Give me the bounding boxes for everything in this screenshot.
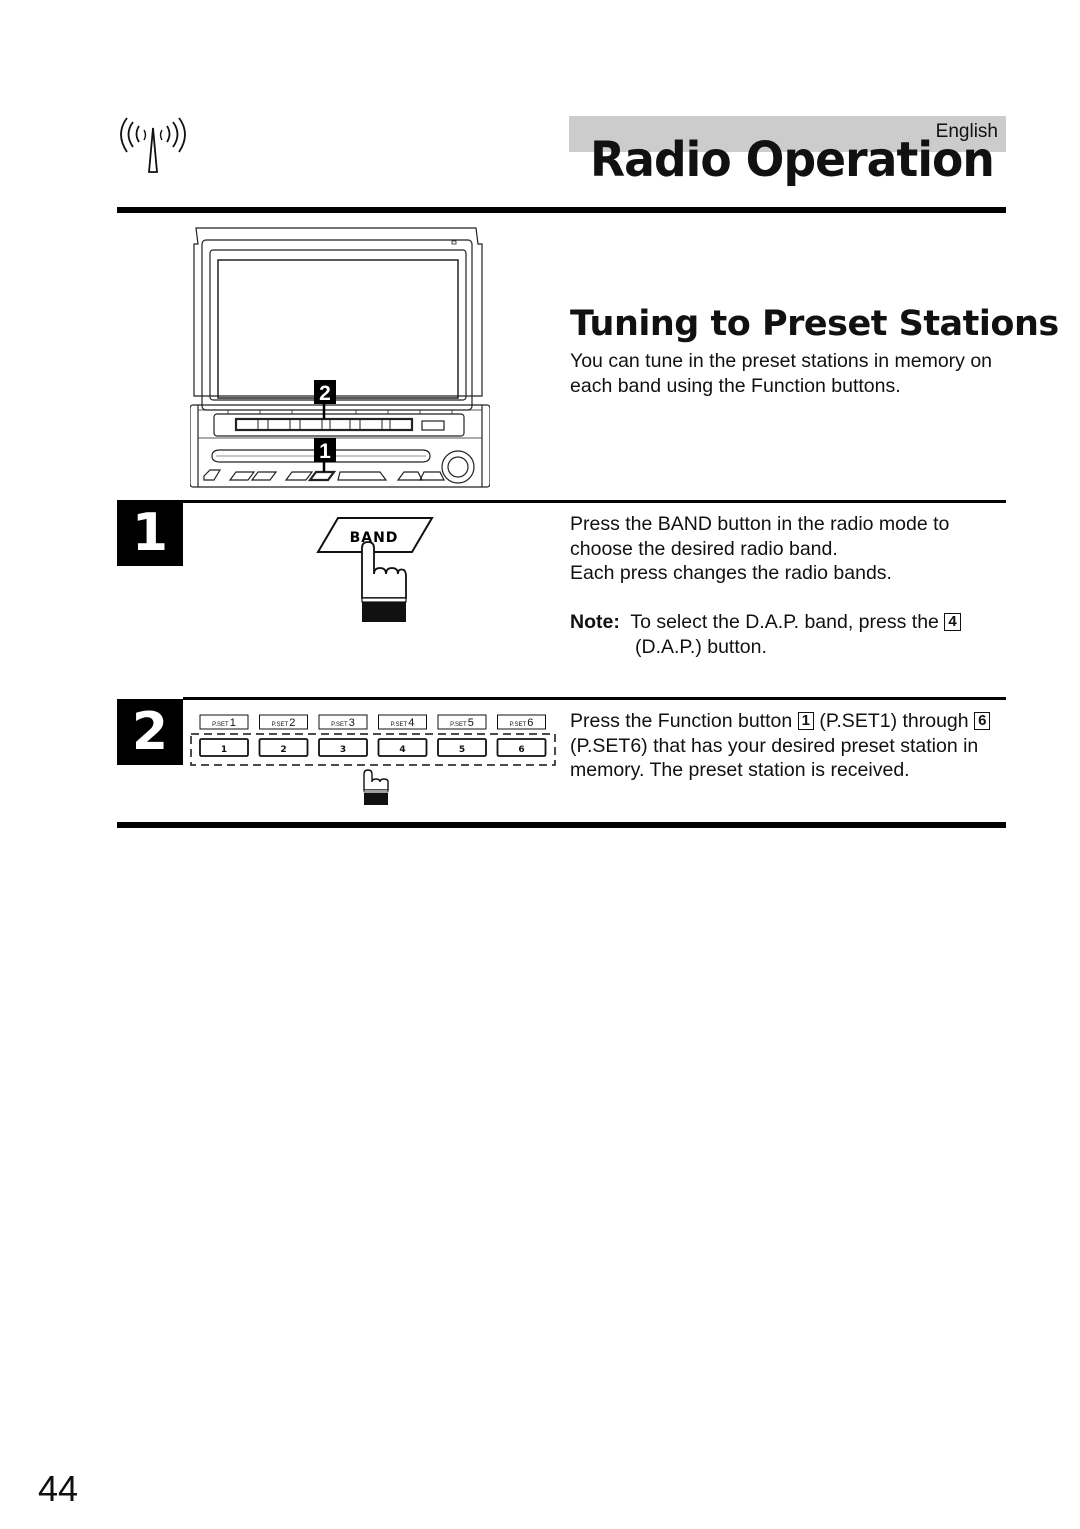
head-unit-illustration: 2 1 [190, 227, 490, 488]
key-1-icon: 1 [797, 712, 814, 730]
preset-buttons-illustration: P.SET11P.SET22P.SET33P.SET44P.SET55P.SET… [190, 714, 556, 805]
step-2-text-part2: (P.SET1) through [819, 710, 969, 732]
function-button-label: 3 [340, 745, 346, 755]
key-6-icon: 6 [974, 712, 991, 730]
function-button-label: 4 [399, 745, 405, 755]
section-bottom-divider [117, 822, 1006, 828]
step-1-note: Note: To select the D.A.P. band, press t… [570, 610, 1010, 659]
step-1-badge: 1 [117, 500, 183, 566]
callout-2: 2 [319, 382, 331, 405]
step-2-text-part3: (P.SET6) that has your desired preset st… [570, 734, 979, 782]
band-button-illustration: BAND [316, 517, 434, 622]
function-button-label: 1 [221, 745, 227, 755]
page-number: 44 [38, 1468, 79, 1509]
note-text: To select the D.A.P. band, press the [630, 611, 939, 633]
step-2-badge: 2 [117, 699, 183, 765]
step2-divider [183, 697, 1006, 700]
pressing-hand-icon [361, 541, 407, 622]
note-label: Note: [570, 611, 620, 633]
header-divider [117, 207, 1006, 213]
section-intro: You can tune in the preset stations in m… [570, 350, 993, 397]
function-button-label: 2 [280, 745, 286, 755]
step-2-text: Press the Function button 1 (P.SET1) thr… [570, 709, 1010, 783]
callout-1: 1 [319, 440, 331, 463]
note-text-cont: (D.A.P.) button. [635, 635, 767, 658]
step-2-text-part1: Press the Function button [570, 710, 793, 732]
pressing-hand-icon [363, 769, 389, 805]
section-title: Tuning to Preset Stations [570, 304, 1059, 344]
step-1-detail: Each press changes the radio bands. [570, 562, 892, 584]
step1-divider [183, 500, 1006, 503]
function-button-label: 6 [518, 745, 524, 755]
band-button-label: BAND [350, 530, 399, 546]
key-4-icon: 4 [944, 613, 961, 631]
step-1-instruction: Press the BAND button in the radio mode … [570, 513, 950, 560]
function-button-label: 5 [459, 745, 465, 755]
antenna-icon [120, 117, 186, 173]
step-1-text: Press the BAND button in the radio mode … [570, 512, 1010, 586]
page-title: Radio Operation [590, 132, 995, 188]
